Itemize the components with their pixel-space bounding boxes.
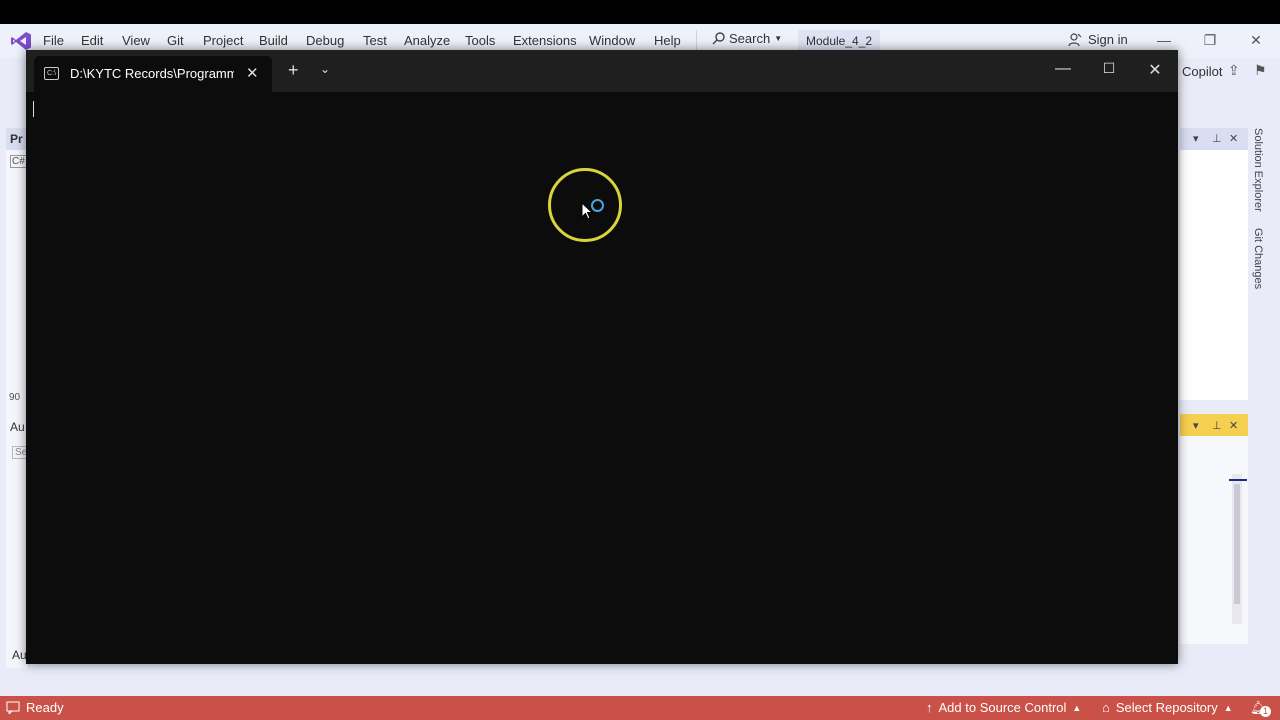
- share-icon[interactable]: ⇪: [1228, 62, 1240, 79]
- console-icon: C:\: [44, 67, 59, 80]
- left-panel-title[interactable]: Pr: [6, 128, 28, 150]
- sign-in-label: Sign in: [1088, 32, 1128, 47]
- tab-git-changes[interactable]: Git Changes: [1252, 228, 1264, 289]
- select-repository-label: Select Repository: [1115, 700, 1218, 715]
- tab-solution-explorer[interactable]: Solution Explorer: [1252, 128, 1264, 212]
- zoom-level[interactable]: 90: [9, 392, 20, 403]
- text-cursor: [33, 101, 34, 117]
- notification-count: 1: [1260, 706, 1271, 717]
- add-to-source-control-label: Add to Source Control: [938, 700, 1067, 715]
- sign-in-button[interactable]: Sign in: [1068, 32, 1128, 47]
- minimize-icon[interactable]: —: [1154, 32, 1174, 48]
- menu-view[interactable]: View: [122, 33, 150, 48]
- caret-up-icon: ▲: [1072, 702, 1082, 713]
- select-repository-button[interactable]: ⌂ Select Repository ▲: [1102, 700, 1233, 715]
- menu-file[interactable]: File: [43, 33, 64, 48]
- status-chat-icon: [6, 701, 20, 714]
- menu-test[interactable]: Test: [363, 33, 387, 48]
- add-to-source-control-button[interactable]: ↑ Add to Source Control ▲: [926, 700, 1081, 715]
- feedback-icon[interactable]: ⚑: [1254, 62, 1267, 79]
- menu-help[interactable]: Help: [654, 33, 681, 48]
- busy-spinner-icon: [591, 199, 604, 212]
- notifications-button[interactable]: 🔔︎ 1: [1250, 700, 1271, 717]
- terminal-tab-title: D:\KYTC Records\Programmir: [70, 66, 234, 81]
- visual-studio-logo-icon: [11, 32, 31, 50]
- close-icon[interactable]: ✕: [1246, 32, 1266, 49]
- menu-tools[interactable]: Tools: [465, 33, 495, 48]
- status-bar: Ready ↑ Add to Source Control ▲ ⌂ Select…: [0, 696, 1280, 720]
- menu-window[interactable]: Window: [589, 33, 635, 48]
- close-icon[interactable]: ✕: [1143, 60, 1167, 80]
- terminal-window: C:\ D:\KYTC Records\Programmir ✕ + ⌄ — ☐…: [26, 50, 1178, 664]
- panel-dropdown-icon[interactable]: ▾: [1193, 132, 1199, 145]
- search-button[interactable]: Search ▼: [712, 31, 782, 46]
- menu-git[interactable]: Git: [167, 33, 184, 48]
- panel-dropdown-icon[interactable]: ▾: [1193, 419, 1199, 432]
- caret-up-icon: ▲: [1223, 702, 1233, 713]
- scroll-marker: [1229, 479, 1247, 481]
- chevron-down-icon[interactable]: ⌄: [320, 62, 330, 76]
- search-icon: [712, 32, 725, 45]
- pin-icon[interactable]: ⊥: [1212, 132, 1222, 145]
- user-icon: [1068, 32, 1082, 46]
- panel-close-icon[interactable]: ✕: [1229, 132, 1238, 145]
- maximize-icon[interactable]: ☐: [1097, 60, 1121, 77]
- chevron-down-icon: ▼: [774, 34, 783, 43]
- search-label: Search: [729, 31, 771, 46]
- tab-close-icon[interactable]: ✕: [246, 64, 259, 82]
- panel-close-icon[interactable]: ✕: [1229, 419, 1238, 432]
- menu-analyze[interactable]: Analyze: [404, 33, 450, 48]
- pin-icon[interactable]: ⊥: [1212, 419, 1222, 432]
- menu-debug[interactable]: Debug: [306, 33, 344, 48]
- status-ready: Ready: [6, 700, 64, 715]
- repository-icon: ⌂: [1102, 700, 1110, 715]
- left-bottom-panel-title[interactable]: Au: [10, 420, 25, 434]
- terminal-titlebar: C:\ D:\KYTC Records\Programmir ✕ + ⌄ — ☐…: [26, 50, 1178, 92]
- cs-file-icon: C#: [10, 155, 27, 168]
- menu-build[interactable]: Build: [259, 33, 288, 48]
- scrollbar-thumb[interactable]: [1234, 484, 1240, 604]
- menu-project[interactable]: Project: [203, 33, 243, 48]
- restore-icon[interactable]: ❐: [1200, 32, 1220, 49]
- minimize-icon[interactable]: —: [1051, 60, 1075, 78]
- arrow-up-icon: ↑: [926, 700, 933, 715]
- menu-separator: [696, 30, 697, 52]
- terminal-tab[interactable]: C:\ D:\KYTC Records\Programmir ✕: [34, 56, 272, 92]
- solution-explorer-panel: [1180, 128, 1248, 400]
- status-ready-label: Ready: [26, 700, 64, 715]
- new-tab-icon[interactable]: +: [288, 61, 299, 79]
- menu-extensions[interactable]: Extensions: [513, 33, 577, 48]
- left-footer-tab[interactable]: Au: [12, 648, 27, 662]
- solution-name-badge: Module_4_2: [798, 30, 880, 52]
- menu-edit[interactable]: Edit: [81, 33, 103, 48]
- copilot-button[interactable]: Copilot: [1182, 64, 1222, 79]
- right-side-tabs: Solution Explorer Git Changes: [1252, 124, 1274, 324]
